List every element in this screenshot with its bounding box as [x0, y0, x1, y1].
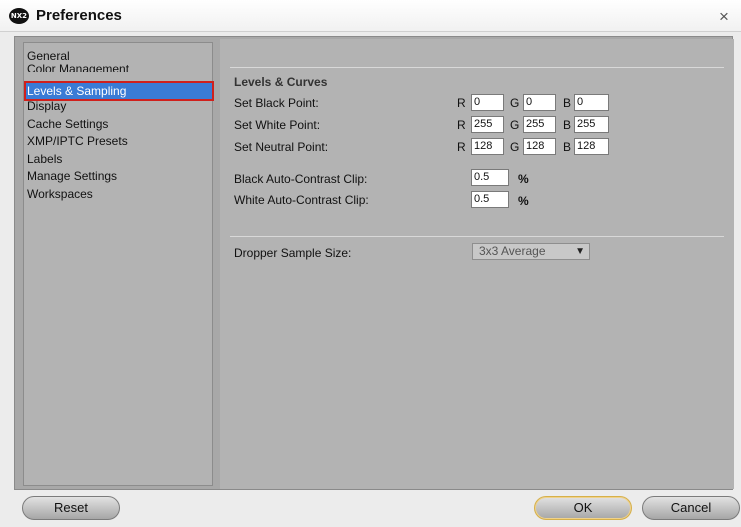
close-icon[interactable]: ×: [715, 8, 733, 26]
levels-curves-heading: Levels & Curves: [234, 75, 328, 89]
reset-button[interactable]: Reset: [22, 496, 120, 520]
black-g-label: G: [510, 96, 520, 110]
sidebar-item-workspaces[interactable]: Workspaces: [26, 186, 212, 202]
white-g-label: G: [510, 118, 520, 132]
section-divider: [230, 67, 724, 68]
black-g-field[interactable]: 0: [523, 94, 556, 111]
neutral-b-label: B: [563, 140, 572, 154]
settings-pane: Levels & Curves Set Black Point: R 0 G 0…: [220, 39, 734, 489]
black-clip-unit: %: [518, 172, 529, 186]
sidebar-item-labels[interactable]: Labels: [26, 151, 212, 167]
sidebar-item-cache-settings[interactable]: Cache Settings: [26, 116, 212, 132]
white-r-label: R: [457, 118, 466, 132]
chevron-down-icon: ▼: [575, 246, 585, 257]
dropper-sample-size-label: Dropper Sample Size:: [234, 246, 352, 260]
sidebar-item-xmp-iptc-presets[interactable]: XMP/IPTC Presets: [26, 133, 212, 149]
white-point-label: Set White Point:: [234, 118, 321, 132]
dropper-selected-value: 3x3 Average: [479, 244, 546, 258]
white-b-field[interactable]: 255: [574, 116, 609, 133]
white-r-field[interactable]: 255: [471, 116, 504, 133]
black-b-field[interactable]: 0: [574, 94, 609, 111]
neutral-g-label: G: [510, 140, 520, 154]
section-divider-2: [230, 236, 724, 237]
sidebar-item-manage-settings[interactable]: Manage Settings: [26, 168, 212, 184]
window-title: Preferences: [36, 7, 122, 24]
sidebar-item-color-management[interactable]: Color Management: [26, 61, 212, 72]
white-clip-label: White Auto-Contrast Clip:: [234, 193, 369, 207]
neutral-b-field[interactable]: 128: [574, 138, 609, 155]
neutral-r-field[interactable]: 128: [471, 138, 504, 155]
title-bar: NX2 Preferences ×: [0, 0, 741, 32]
black-clip-label: Black Auto-Contrast Clip:: [234, 172, 368, 186]
app-logo-icon: NX2: [9, 8, 29, 24]
sidebar-item-levels-sampling[interactable]: Levels & Sampling: [24, 81, 214, 101]
white-clip-field[interactable]: 0.5: [471, 191, 509, 208]
neutral-r-label: R: [457, 140, 466, 154]
neutral-point-label: Set Neutral Point:: [234, 140, 329, 154]
black-r-label: R: [457, 96, 466, 110]
white-g-field[interactable]: 255: [523, 116, 556, 133]
sidebar-item-display[interactable]: Display: [26, 98, 212, 114]
black-r-field[interactable]: 0: [471, 94, 504, 111]
category-list: General Color Management Levels & Sampli…: [23, 42, 214, 486]
black-point-label: Set Black Point:: [234, 96, 319, 110]
white-b-label: B: [563, 118, 572, 132]
ok-button[interactable]: OK: [534, 496, 632, 520]
white-clip-unit: %: [518, 194, 529, 208]
dropper-sample-size-select[interactable]: 3x3 Average ▼: [472, 243, 590, 260]
cancel-button[interactable]: Cancel: [642, 496, 740, 520]
black-b-label: B: [563, 96, 572, 110]
neutral-g-field[interactable]: 128: [523, 138, 556, 155]
preferences-body: General Color Management Levels & Sampli…: [14, 36, 734, 490]
black-clip-field[interactable]: 0.5: [471, 169, 509, 186]
